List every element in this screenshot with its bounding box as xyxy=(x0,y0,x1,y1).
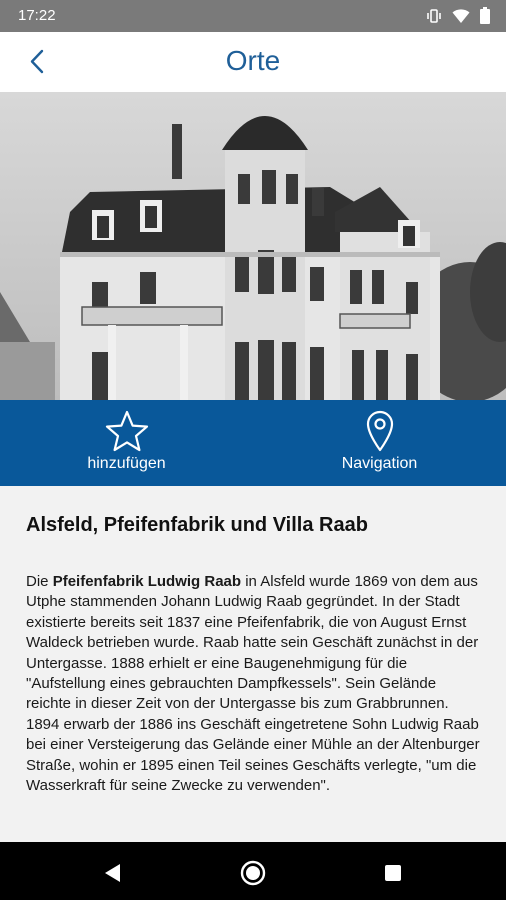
article-body-bold: Pfeifenfabrik Ludwig Raab xyxy=(52,573,242,590)
article-title: Alsfeld, Pfeifenfabrik und Villa Raab xyxy=(26,514,368,536)
article-content[interactable]: Alsfeld, Pfeifenfabrik und Villa Raab Di… xyxy=(0,486,506,842)
app-bar: Orte xyxy=(0,32,506,92)
status-time: 17:22 xyxy=(18,7,56,24)
system-navigation-bar xyxy=(0,842,506,900)
article-body: Die Pfeifenfabrik Ludwig Raab in Alsfeld… xyxy=(26,572,482,796)
navigation-button[interactable]: Navigation xyxy=(253,400,506,486)
status-icons xyxy=(426,7,490,24)
add-favorite-label: hinzufügen xyxy=(87,455,166,472)
add-favorite-button[interactable]: hinzufügen xyxy=(0,400,253,486)
vibrate-icon xyxy=(427,8,441,23)
location-pin-icon xyxy=(366,410,393,452)
status-bar: 17:22 xyxy=(0,0,506,32)
navigation-label: Navigation xyxy=(341,455,418,472)
star-outline-icon xyxy=(105,410,148,452)
article-body-prefix: Die xyxy=(26,573,53,590)
article-body-text: in Alsfeld wurde 1869 von dem aus Utphe … xyxy=(26,573,480,795)
page-title: Orte xyxy=(225,45,281,76)
action-bar: hinzufügen Navigation xyxy=(0,400,506,486)
recents-square-icon[interactable] xyxy=(378,858,408,888)
wifi-icon xyxy=(452,8,470,23)
back-triangle-icon[interactable] xyxy=(98,858,128,888)
home-circle-icon[interactable] xyxy=(238,858,268,888)
battery-icon xyxy=(480,7,490,24)
place-photo[interactable] xyxy=(0,92,506,400)
